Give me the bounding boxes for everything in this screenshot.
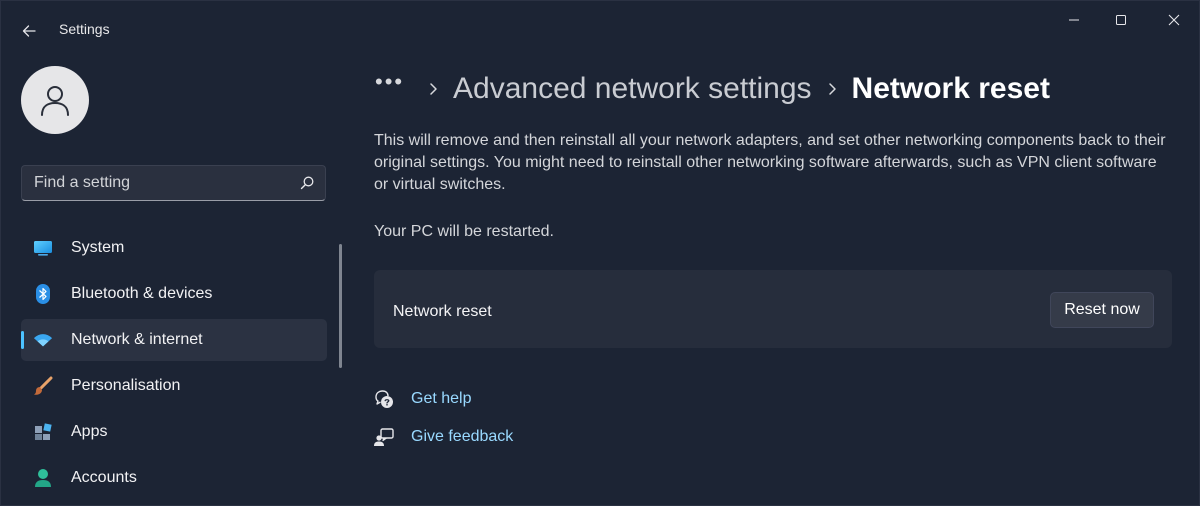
network-reset-card: Network reset Reset now xyxy=(374,270,1172,348)
arrow-left-icon xyxy=(22,25,36,37)
sidebar-item-bluetooth[interactable]: Bluetooth & devices xyxy=(21,273,327,315)
breadcrumb-more-button[interactable]: ••• xyxy=(375,71,413,93)
chevron-right-icon xyxy=(812,82,852,96)
close-button[interactable] xyxy=(1151,7,1197,33)
sidebar-item-apps[interactable]: Apps xyxy=(21,411,327,453)
search-icon[interactable] xyxy=(299,175,315,191)
sidebar-nav: System Bluetooth & devices Network & int… xyxy=(21,227,327,503)
reset-now-button[interactable]: Reset now xyxy=(1050,292,1154,328)
search-input[interactable] xyxy=(22,166,292,200)
breadcrumb-parent-link[interactable]: Advanced network settings xyxy=(453,72,812,106)
paintbrush-icon xyxy=(33,376,53,396)
sidebar-item-label: Network & internet xyxy=(71,331,203,348)
minimize-button[interactable] xyxy=(1051,7,1097,33)
title-bar: Settings xyxy=(1,1,1199,59)
maximize-button[interactable] xyxy=(1098,7,1144,33)
sidebar-item-personalisation[interactable]: Personalisation xyxy=(21,365,327,407)
breadcrumb: ••• Advanced network settings Network re… xyxy=(375,67,1050,111)
active-indicator xyxy=(21,331,24,349)
avatar[interactable] xyxy=(21,66,89,134)
sidebar-scrollbar[interactable] xyxy=(339,244,342,368)
feedback-icon xyxy=(373,426,395,448)
get-help-link[interactable]: Get help xyxy=(373,386,471,412)
help-chat-icon xyxy=(373,388,395,410)
card-label: Network reset xyxy=(393,303,492,320)
bluetooth-icon xyxy=(33,284,53,304)
chevron-right-icon xyxy=(413,82,453,96)
maximize-icon xyxy=(1116,15,1126,25)
settings-window: Settings Find a setting System Bluetooth… xyxy=(0,0,1200,506)
account-icon xyxy=(33,468,53,488)
page-title: Network reset xyxy=(851,72,1050,105)
sidebar-item-label: Bluetooth & devices xyxy=(71,285,213,302)
give-feedback-link[interactable]: Give feedback xyxy=(373,424,513,450)
back-button[interactable] xyxy=(15,17,43,45)
apps-icon xyxy=(33,422,53,442)
person-icon xyxy=(41,86,69,116)
close-icon xyxy=(1168,14,1180,26)
app-title: Settings xyxy=(59,21,110,37)
sidebar-item-label: System xyxy=(71,239,125,256)
restart-note: Your PC will be restarted. xyxy=(374,223,554,240)
get-help-label[interactable]: Get help xyxy=(411,390,471,408)
sidebar-item-label: Accounts xyxy=(71,469,137,486)
wifi-icon xyxy=(33,330,53,350)
sidebar-item-network[interactable]: Network & internet xyxy=(21,319,327,361)
monitor-icon xyxy=(33,238,53,258)
minimize-icon xyxy=(1069,19,1079,21)
description-text: This will remove and then reinstall all … xyxy=(374,132,1166,193)
sidebar-item-label: Personalisation xyxy=(71,377,181,394)
sidebar-item-system[interactable]: System xyxy=(21,227,327,269)
search-box[interactable] xyxy=(21,165,326,201)
sidebar-item-label: Apps xyxy=(71,423,108,440)
give-feedback-label[interactable]: Give feedback xyxy=(411,428,513,446)
sidebar-item-accounts[interactable]: Accounts xyxy=(21,457,327,499)
